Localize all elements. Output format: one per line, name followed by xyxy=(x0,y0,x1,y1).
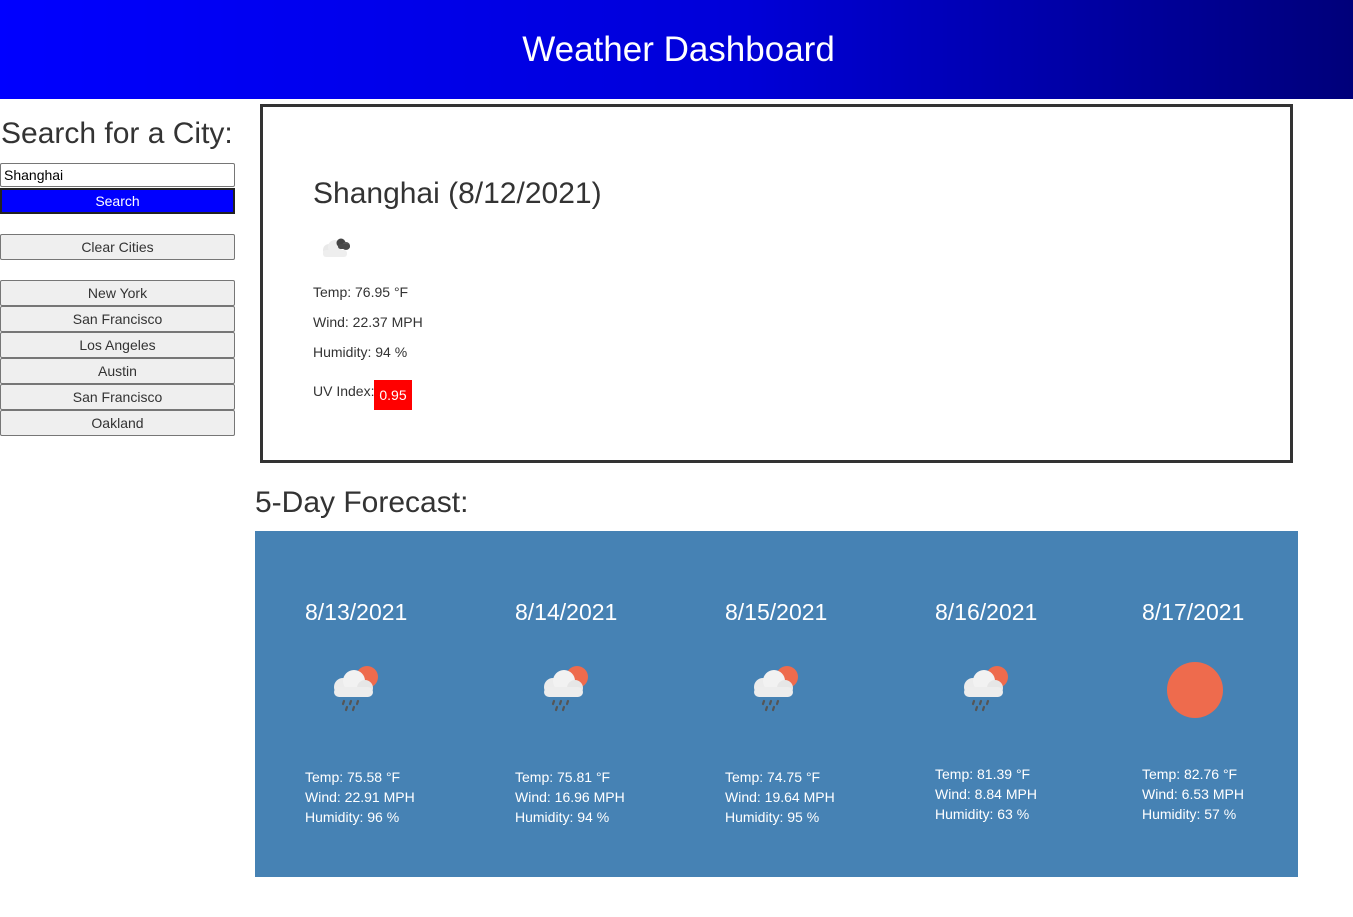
forecast-wind: Wind: 22.91 MPH xyxy=(305,789,415,805)
forecast-temp: Temp: 81.39 °F xyxy=(935,766,1031,782)
forecast-day-card: 8/13/2021 Temp: 75.58 °F Wind: 22.91 MPH… xyxy=(305,531,475,877)
forecast-day-card: 8/15/2021 Temp: 74.75 °F Wind: 19.64 MPH… xyxy=(725,531,895,877)
forecast-humidity: Humidity: 63 % xyxy=(935,806,1030,822)
city-history-button[interactable]: New York xyxy=(0,280,235,306)
city-history-button[interactable]: Los Angeles xyxy=(0,332,235,358)
forecast-humidity: Humidity: 57 % xyxy=(1142,806,1237,822)
current-city-title: Shanghai (8/12/2021) xyxy=(313,177,602,210)
forecast-wind: Wind: 19.64 MPH xyxy=(725,789,835,805)
search-button[interactable]: Search xyxy=(0,188,235,214)
rain-sun-icon xyxy=(327,657,389,724)
forecast-humidity: Humidity: 94 % xyxy=(515,809,610,825)
forecast-humidity: Humidity: 95 % xyxy=(725,809,820,825)
uv-index-label: UV Index: xyxy=(313,383,375,399)
forecast-wind: Wind: 8.84 MPH xyxy=(935,786,1037,802)
forecast-date: 8/16/2021 xyxy=(935,599,1038,625)
forecast-temp: Temp: 75.81 °F xyxy=(515,769,611,785)
current-wind: Wind: 22.37 MPH xyxy=(313,314,423,330)
page-title: Weather Dashboard xyxy=(522,29,835,69)
app-header: Weather Dashboard xyxy=(0,0,1353,99)
rain-sun-icon xyxy=(957,657,1019,724)
forecast-temp: Temp: 82.76 °F xyxy=(1142,766,1238,782)
rain-sun-icon xyxy=(747,657,809,724)
forecast-wind: Wind: 6.53 MPH xyxy=(1142,786,1244,802)
sun-icon xyxy=(1164,657,1226,724)
rain-sun-icon xyxy=(537,657,599,724)
search-heading: Search for a City: xyxy=(1,117,233,150)
forecast-day-card: 8/14/2021 Temp: 75.81 °F Wind: 16.96 MPH… xyxy=(515,531,685,877)
clear-cities-button[interactable]: Clear Cities xyxy=(0,234,235,260)
forecast-humidity: Humidity: 96 % xyxy=(305,809,400,825)
city-history-button[interactable]: San Francisco xyxy=(0,306,235,332)
forecast-day-card: 8/17/2021 Temp: 82.76 °F Wind: 6.53 MPH … xyxy=(1142,531,1312,877)
forecast-date: 8/15/2021 xyxy=(725,599,828,625)
current-weather-card: Shanghai (8/12/2021) Temp: 76.95 °F Wind… xyxy=(260,104,1293,463)
city-search-input[interactable] xyxy=(0,163,235,187)
forecast-heading: 5-Day Forecast: xyxy=(255,486,469,519)
city-history-button[interactable]: San Francisco xyxy=(0,384,235,410)
forecast-date: 8/13/2021 xyxy=(305,599,408,625)
current-temp: Temp: 76.95 °F xyxy=(313,284,409,300)
uv-index-badge: 0.95 xyxy=(374,380,412,410)
forecast-day-card: 8/16/2021 Temp: 81.39 °F Wind: 8.84 MPH … xyxy=(935,531,1105,877)
forecast-temp: Temp: 74.75 °F xyxy=(725,769,821,785)
city-history-button[interactable]: Austin xyxy=(0,358,235,384)
forecast-temp: Temp: 75.58 °F xyxy=(305,769,401,785)
broken-clouds-icon xyxy=(317,231,357,268)
forecast-date: 8/17/2021 xyxy=(1142,599,1245,625)
forecast-wind: Wind: 16.96 MPH xyxy=(515,789,625,805)
forecast-date: 8/14/2021 xyxy=(515,599,618,625)
city-history-button[interactable]: Oakland xyxy=(0,410,235,436)
forecast-panel: 8/13/2021 Temp: 75.58 °F Wind: 22.91 MPH… xyxy=(255,531,1298,877)
current-humidity: Humidity: 94 % xyxy=(313,344,408,360)
